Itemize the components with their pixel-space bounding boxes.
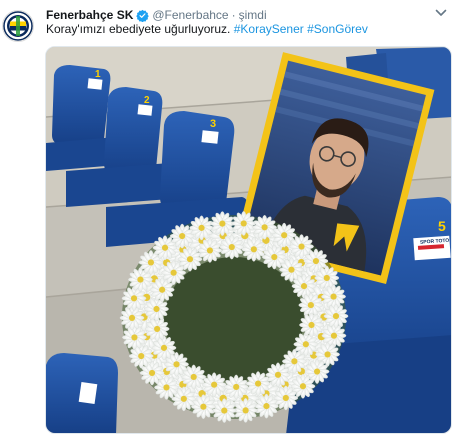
seat-number: 1 [95, 69, 101, 80]
separator-dot: · [231, 8, 236, 22]
display-name[interactable]: Fenerbahçe SK [46, 8, 133, 22]
tweet-card[interactable]: Fenerbahçe SK @Fenerbahce · şimdi Koray'… [0, 0, 457, 442]
fenerbahce-logo-icon [3, 11, 33, 41]
user-handle[interactable]: @Fenerbahce [152, 8, 228, 22]
verified-badge-icon [136, 9, 150, 22]
avatar[interactable] [2, 10, 34, 42]
stadium-memorial-photo: 1 2 3 SPOR TOTO 5 [46, 47, 451, 433]
tweet-text: Koray'ımızı ebediyete uğurluyoruz. #Kora… [46, 22, 368, 36]
tweet-photo[interactable]: 1 2 3 SPOR TOTO 5 [45, 46, 452, 434]
seat-number: 5 [438, 218, 446, 234]
tweet-text-main: Koray'ımızı ebediyete uğurluyoruz. [46, 22, 231, 36]
hashtag-link[interactable]: #KoraySener [234, 22, 304, 36]
chevron-down-icon[interactable] [435, 8, 447, 18]
hashtag-link[interactable]: #SonGörev [307, 22, 368, 36]
seat-number: 2 [144, 95, 150, 106]
seat-number: 3 [210, 118, 216, 130]
timestamp[interactable]: şimdi [239, 8, 267, 22]
